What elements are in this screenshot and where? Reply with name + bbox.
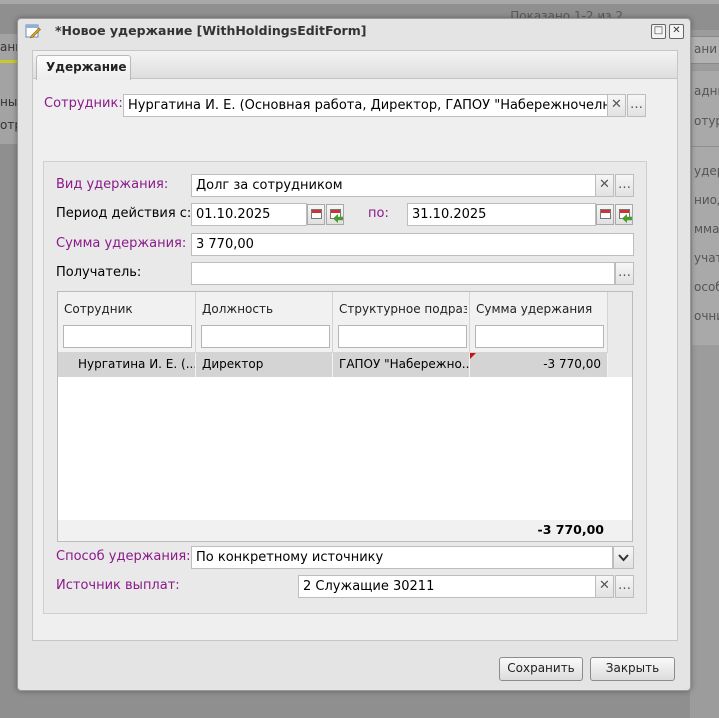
amount-field[interactable]: 3 770,00	[191, 233, 634, 256]
period-from-label: Период действия с:	[56, 206, 192, 221]
close-button[interactable]: Закрыть	[590, 657, 675, 681]
deduction-type-label: Вид удержания:	[56, 177, 169, 192]
background-divider	[692, 146, 719, 147]
tab-deduction[interactable]: Удержание	[36, 55, 131, 80]
maximize-button[interactable]: □	[651, 24, 666, 39]
employee-clear-button[interactable]: ✕	[607, 94, 626, 117]
calendar-icon[interactable]	[307, 204, 325, 225]
background-right-item: отурн	[694, 114, 719, 128]
recipient-label: Получатель:	[56, 265, 142, 280]
period-from-field[interactable]: 01.10.2025	[191, 203, 307, 226]
method-select[interactable]: По конкретному источнику	[191, 546, 613, 569]
background-right-tab-label: ани	[694, 42, 717, 56]
cell-employee: Нургатина И. Е. (...	[58, 353, 196, 377]
grid-header: Сотрудник Должность Структурное подраз..…	[58, 292, 632, 353]
calendar-reset-icon[interactable]	[326, 204, 344, 225]
employee-field[interactable]: Нургатина И. Е. (Основная работа, Директ…	[123, 94, 608, 117]
deduction-type-select-button[interactable]: …	[615, 174, 634, 197]
modified-marker-icon	[470, 353, 476, 359]
recipient-select-button[interactable]: …	[615, 262, 634, 285]
background-right-item: особ у	[694, 280, 719, 294]
background-right-item: мма уд	[694, 222, 719, 236]
cell-department: ГАПОУ "Набережно...	[333, 353, 470, 377]
background-right-item: учат	[694, 251, 719, 265]
amount-label: Сумма удержания:	[56, 236, 187, 251]
background-right-item: очни	[694, 309, 719, 323]
source-select-button[interactable]: …	[615, 575, 634, 598]
deduction-type-clear-button[interactable]: ✕	[595, 174, 614, 197]
background-right-list	[692, 70, 719, 345]
source-label: Источник выплат:	[56, 578, 180, 593]
cell-amount-value: -3 770,00	[543, 357, 601, 371]
background-app-bar	[0, 0, 719, 4]
cell-amount: -3 770,00	[470, 353, 608, 377]
employee-label: Сотрудник:	[44, 96, 123, 111]
grid-scroll-area	[608, 292, 632, 377]
filter-department-input[interactable]	[338, 325, 467, 348]
period-to-label: по:	[368, 206, 389, 221]
recipient-field[interactable]	[191, 262, 615, 285]
grid-summary: -3 770,00	[58, 520, 632, 541]
column-title: Сумма удержания	[476, 302, 593, 316]
filter-amount-input[interactable]	[475, 325, 604, 348]
period-to-field[interactable]: 31.10.2025	[407, 203, 596, 226]
save-button[interactable]: Сохранить	[499, 657, 583, 681]
deduction-type-field[interactable]: Долг за сотрудником	[191, 174, 596, 197]
dialog-title: *Новое удержание [WithHoldingsEditForm]	[55, 23, 367, 38]
employees-grid: Сотрудник Должность Структурное подраз..…	[57, 291, 633, 542]
chevron-down-icon[interactable]	[613, 546, 634, 569]
source-clear-button[interactable]: ✕	[595, 575, 614, 598]
column-department[interactable]: Структурное подраз...	[333, 292, 470, 353]
employee-select-button[interactable]: …	[627, 94, 646, 117]
table-row[interactable]: Нургатина И. Е. (... Директор ГАПОУ "Наб…	[58, 353, 608, 377]
calendar-reset-icon[interactable]	[615, 204, 633, 225]
column-title: Должность	[202, 302, 274, 316]
source-field[interactable]: 2 Служащие 30211	[298, 575, 596, 598]
method-label: Способ удержания:	[56, 549, 191, 564]
background-right-item: адни	[694, 84, 719, 98]
calendar-icon[interactable]	[596, 204, 614, 225]
column-employee[interactable]: Сотрудник	[58, 292, 196, 353]
filter-position-input[interactable]	[201, 325, 330, 348]
column-amount[interactable]: Сумма удержания	[470, 292, 608, 353]
dialog-titlebar[interactable]: *Новое удержание [WithHoldingsEditForm] …	[18, 19, 690, 43]
grid-total: -3 770,00	[537, 522, 604, 537]
edit-form-icon	[25, 24, 41, 39]
close-window-button[interactable]: ✕	[669, 24, 684, 39]
filter-employee-input[interactable]	[63, 325, 192, 348]
background-right-item: ниод Д	[694, 193, 719, 207]
column-title: Сотрудник	[64, 302, 133, 316]
column-title: Структурное подраз...	[339, 302, 467, 316]
background-right-item: удер	[694, 164, 719, 178]
column-position[interactable]: Должность	[196, 292, 333, 353]
cell-position: Директор	[196, 353, 333, 377]
